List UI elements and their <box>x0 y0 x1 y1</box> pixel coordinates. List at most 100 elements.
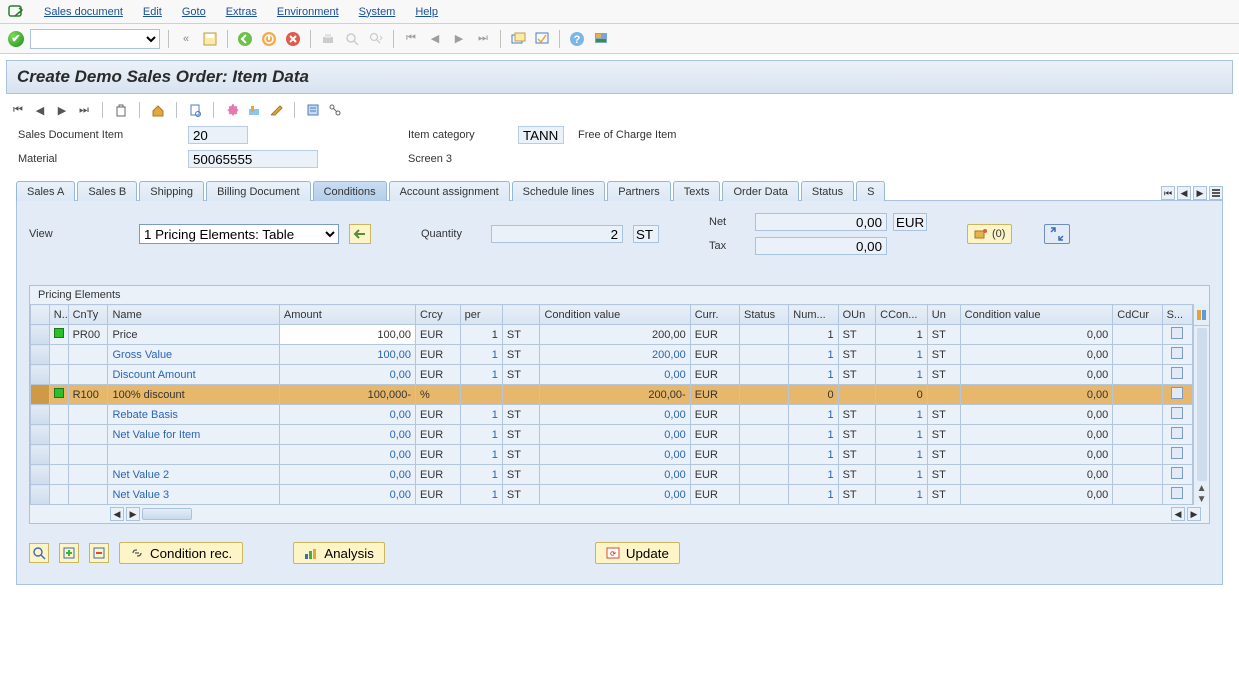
tab-account-assignment[interactable]: Account assignment <box>389 181 510 201</box>
column-header[interactable]: Condition value <box>540 305 690 325</box>
tab-scroll-first-icon[interactable]: ⏮ <box>1161 186 1175 200</box>
find-icon[interactable] <box>343 30 361 48</box>
back-button-icon[interactable] <box>349 224 371 244</box>
tab-schedule-lines[interactable]: Schedule lines <box>512 181 606 201</box>
column-header[interactable]: OUn <box>838 305 876 325</box>
back-double-icon[interactable]: « <box>177 30 195 48</box>
material-field[interactable] <box>188 150 318 168</box>
condition-detail-icon[interactable] <box>29 543 49 563</box>
hscroll-left2-icon[interactable]: ◀ <box>1171 507 1185 521</box>
first-item-icon[interactable]: ⏮ <box>10 102 26 118</box>
column-header[interactable]: Name <box>108 305 279 325</box>
row-checkbox[interactable] <box>1171 347 1183 359</box>
scroll-down-icon[interactable]: ▼ <box>1197 494 1207 505</box>
last-item-icon[interactable]: ⏭ <box>76 102 92 118</box>
prev-item-icon[interactable]: ◀ <box>32 102 48 118</box>
column-header[interactable]: CnTy <box>68 305 108 325</box>
tab-status[interactable]: Status <box>801 181 854 201</box>
edit-icon[interactable] <box>268 102 284 118</box>
table-row[interactable]: Net Value 20,00EUR1ST0,00EUR1ST1ST0,00 <box>31 465 1193 485</box>
row-checkbox[interactable] <box>1171 367 1183 379</box>
tab-sales-b[interactable]: Sales B <box>77 181 137 201</box>
condition-rec-button[interactable]: Condition rec. <box>119 542 243 564</box>
column-header[interactable]: CdCur <box>1113 305 1162 325</box>
table-row[interactable]: 0,00EUR1ST0,00EUR1ST1ST0,00 <box>31 445 1193 465</box>
exit-icon[interactable] <box>260 30 278 48</box>
row-checkbox[interactable] <box>1171 487 1183 499</box>
menu-help[interactable]: Help <box>415 6 438 18</box>
find-next-icon[interactable] <box>367 30 385 48</box>
column-header[interactable]: Un <box>927 305 960 325</box>
shortcut-icon[interactable] <box>533 30 551 48</box>
delete-icon[interactable] <box>113 102 129 118</box>
sales-doc-item-field[interactable] <box>188 126 248 144</box>
column-header[interactable]: N.. <box>49 305 68 325</box>
table-settings-icon[interactable] <box>1196 309 1208 321</box>
row-selector[interactable] <box>31 465 50 485</box>
tab-conditions[interactable]: Conditions <box>313 181 387 201</box>
column-header[interactable]: Num... <box>789 305 838 325</box>
display-doc-icon[interactable] <box>187 102 203 118</box>
item-details-icon[interactable] <box>305 102 321 118</box>
home-icon[interactable] <box>150 102 166 118</box>
horizontal-scrollbar[interactable]: ◀ ▶ ◀ ▶ <box>30 505 1209 523</box>
tab-scroll-next-icon[interactable]: ▶ <box>1193 186 1207 200</box>
table-row[interactable]: Net Value 30,00EUR1ST0,00EUR1ST1ST0,00 <box>31 485 1193 505</box>
column-header[interactable]: Status <box>740 305 789 325</box>
tab-billing-document[interactable]: Billing Document <box>206 181 311 201</box>
tab-order-data[interactable]: Order Data <box>722 181 798 201</box>
analysis-button[interactable]: Analysis <box>293 542 385 564</box>
view-select[interactable]: 1 Pricing Elements: Table <box>139 224 339 244</box>
pricing-table[interactable]: N..CnTyNameAmountCrcyperCondition valueC… <box>30 304 1193 505</box>
last-page-icon[interactable]: ⏭ <box>474 30 492 48</box>
column-header[interactable] <box>502 305 540 325</box>
column-header[interactable]: Condition value <box>960 305 1113 325</box>
column-header[interactable]: Amount <box>279 305 415 325</box>
tab-sales-a[interactable]: Sales A <box>16 181 75 201</box>
item-category-field[interactable] <box>518 126 564 144</box>
table-row[interactable]: Rebate Basis0,00EUR1ST0,00EUR1ST1ST0,00 <box>31 405 1193 425</box>
menu-environment[interactable]: Environment <box>277 6 339 18</box>
table-row[interactable]: Net Value for Item0,00EUR1ST0,00EUR1ST1S… <box>31 425 1193 445</box>
prev-page-icon[interactable]: ◀ <box>426 30 444 48</box>
row-selector[interactable] <box>31 385 50 405</box>
scroll-thumb[interactable] <box>1197 328 1207 481</box>
column-header[interactable]: CCon... <box>876 305 928 325</box>
update-button[interactable]: ⟳ Update <box>595 542 680 564</box>
table-row[interactable]: R100100% discount100,000-%200,00-EUR000,… <box>31 385 1193 405</box>
menu-sales-document[interactable]: Sales document <box>44 6 123 18</box>
table-row[interactable]: Gross Value100,00EUR1ST200,00EUR1ST1ST0,… <box>31 345 1193 365</box>
row-checkbox[interactable] <box>1171 467 1183 479</box>
menu-extras[interactable]: Extras <box>226 6 257 18</box>
row-checkbox[interactable] <box>1171 387 1183 399</box>
next-item-icon[interactable]: ▶ <box>54 102 70 118</box>
row-checkbox[interactable] <box>1171 407 1183 419</box>
tab-s[interactable]: S <box>856 181 885 201</box>
row-checkbox[interactable] <box>1171 427 1183 439</box>
quantity-unit-field[interactable] <box>633 225 659 243</box>
row-checkbox[interactable] <box>1171 327 1183 339</box>
tab-shipping[interactable]: Shipping <box>139 181 204 201</box>
menu-goto[interactable]: Goto <box>182 6 206 18</box>
sap-command-icon[interactable] <box>8 4 24 20</box>
row-selector[interactable] <box>31 345 50 365</box>
first-page-icon[interactable]: ⏮ <box>402 30 420 48</box>
tab-texts[interactable]: Texts <box>673 181 721 201</box>
tab-scroll-prev-icon[interactable]: ◀ <box>1177 186 1191 200</box>
net-field[interactable] <box>755 213 887 231</box>
column-header[interactable]: S... <box>1162 305 1193 325</box>
column-header[interactable]: per <box>460 305 502 325</box>
cancel-icon[interactable] <box>284 30 302 48</box>
row-selector[interactable] <box>31 405 50 425</box>
row-checkbox[interactable] <box>1171 447 1183 459</box>
menu-system[interactable]: System <box>359 6 396 18</box>
doc-overview-button[interactable]: (0) <box>967 224 1012 244</box>
next-page-icon[interactable]: ▶ <box>450 30 468 48</box>
tab-partners[interactable]: Partners <box>607 181 671 201</box>
hscroll-right-icon[interactable]: ▶ <box>126 507 140 521</box>
enter-icon[interactable]: ✔ <box>8 31 24 47</box>
row-selector[interactable] <box>31 445 50 465</box>
tax-field[interactable] <box>755 237 887 255</box>
back-icon[interactable] <box>236 30 254 48</box>
column-header[interactable]: Crcy <box>416 305 461 325</box>
